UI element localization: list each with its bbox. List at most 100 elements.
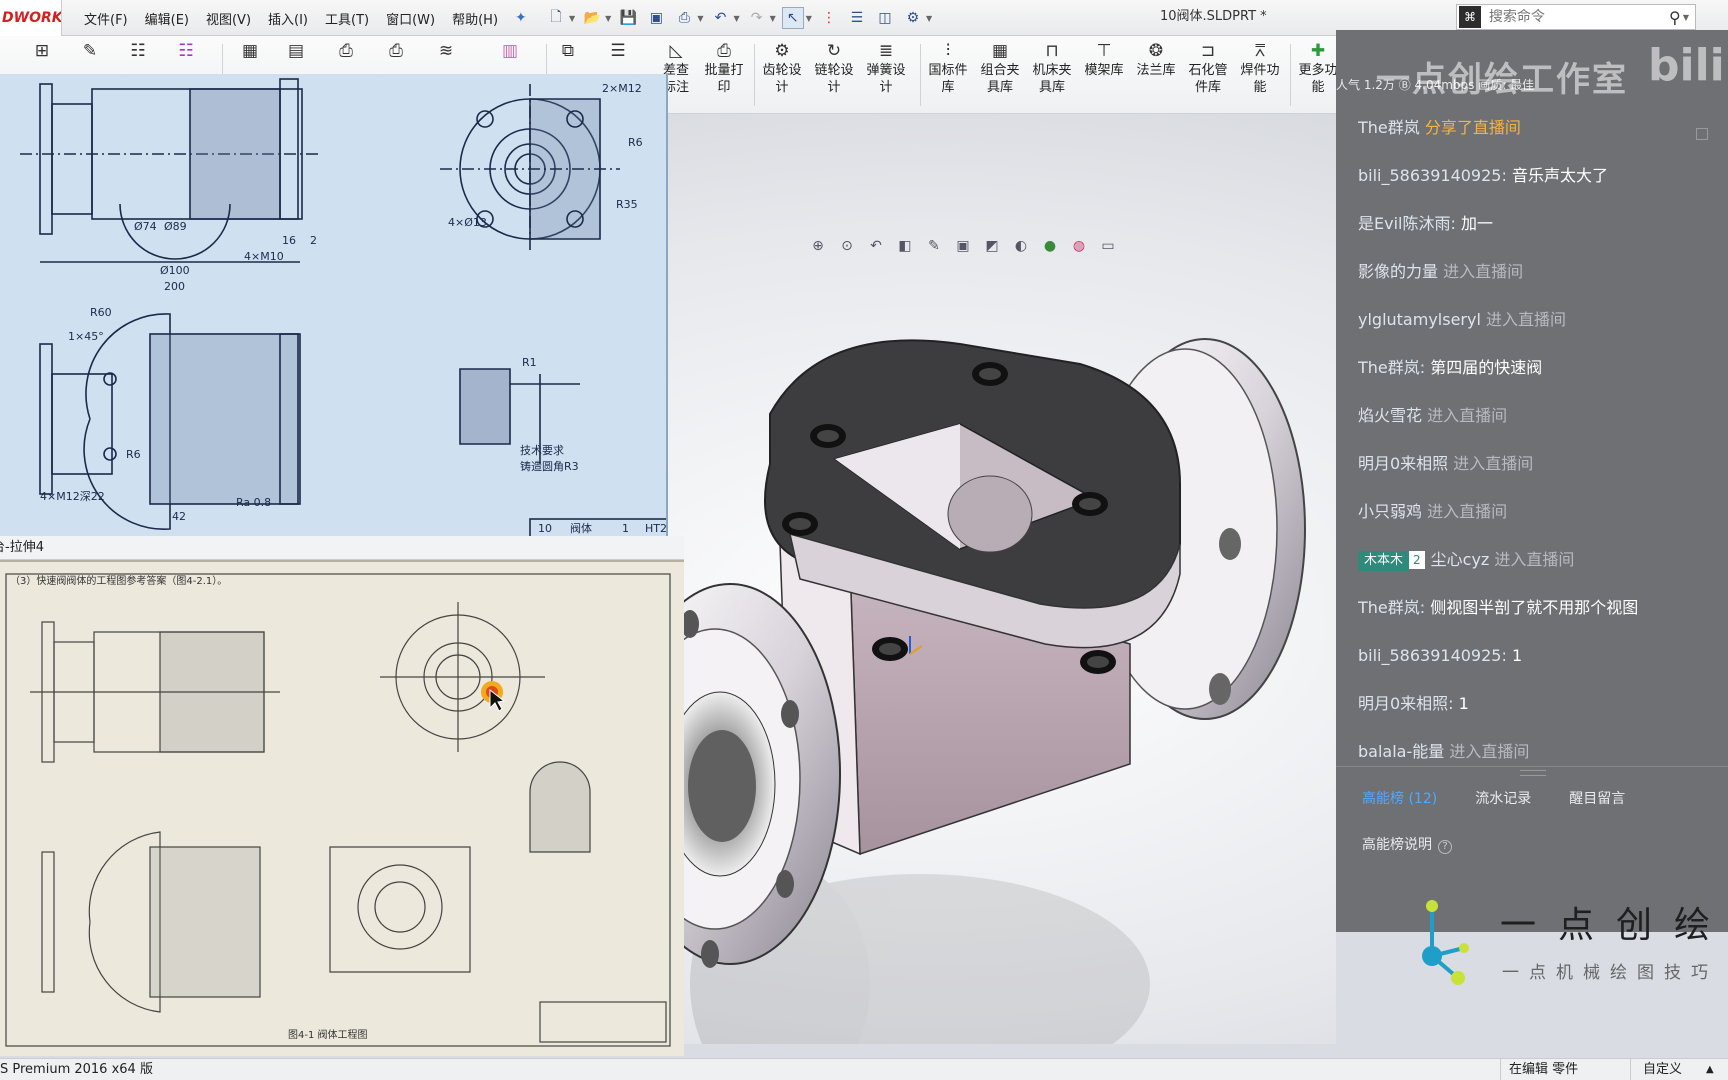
file-properties-icon[interactable]: ☰ [846, 7, 868, 29]
tool-button-1[interactable]: ⊞ [18, 40, 66, 62]
chat-username[interactable]: 是Evil陈沐雨: [1358, 214, 1456, 233]
tool-button-2[interactable]: ✎ [66, 40, 114, 62]
tool-gear-design[interactable]: ⚙ 齿轮设 计 [758, 40, 806, 96]
redo-icon[interactable]: ↷ [746, 7, 768, 29]
print-icon: ⎙ [717, 41, 731, 61]
chat-username[interactable]: 尘心cyz [1431, 550, 1490, 569]
tool-mold-base[interactable]: ⊤ 模架库 [1080, 40, 1128, 79]
tab-super-chat[interactable]: 醒目留言 [1569, 788, 1625, 808]
chat-message: 焰火雪花 进入直播间 [1358, 392, 1722, 440]
quick-access-toolbar: 🗋 ▼ 📂 ▼ 💾 ▣ ⎙ ▼ ↶ ▼ ↷ ▼ ↖ ▼ ⋮ ☰ ◫ ⚙ ▼ [545, 0, 932, 36]
tool-button-5[interactable]: ▦ [226, 40, 274, 62]
tool-button-11[interactable]: ⧉ [544, 40, 592, 62]
zoom-to-fit-icon[interactable]: ⊕ [808, 236, 828, 256]
chat-username[interactable]: 明月0来相照 [1358, 454, 1448, 473]
menu-window[interactable]: 窗口(W) [386, 9, 435, 28]
menu-help[interactable]: 帮助(H) [452, 9, 498, 28]
dynamic-annotation-icon[interactable]: ✎ [924, 236, 944, 256]
status-bar: S Premium 2016 x64 版 在编辑 零件 自定义 ▲ [0, 1058, 1728, 1080]
new-document-icon[interactable]: 🗋 [545, 7, 567, 29]
tab-energy-rank[interactable]: 高能榜 (12) [1362, 788, 1437, 808]
resize-grip-icon[interactable] [1520, 770, 1546, 776]
tool-button-4[interactable]: ☷ [162, 40, 210, 62]
display-style-icon[interactable]: ◩ [982, 236, 1002, 256]
menu-edit[interactable]: 编辑(E) [145, 9, 189, 28]
tool-button-10[interactable]: ▥ [486, 40, 534, 62]
chat-message-list[interactable]: The群岚 分享了直播间 bili_58639140925: 音乐声太大了 是E… [1358, 104, 1722, 776]
chat-username[interactable]: 影像的力量 [1358, 262, 1438, 281]
tool-pipe-fittings[interactable]: ⊐ 石化管 件库 [1184, 40, 1232, 96]
dim-label: 4×M12深22 [40, 490, 105, 503]
menu-insert[interactable]: 插入(I) [268, 9, 308, 28]
previous-view-icon[interactable]: ↶ [866, 236, 886, 256]
hide-show-icon[interactable]: ◐ [1011, 236, 1031, 256]
scene-icon[interactable]: ◍ [1069, 236, 1089, 256]
tool-batch-print[interactable]: ⎙ 批量打 印 [700, 40, 748, 96]
dim-label: 2 [310, 234, 317, 247]
tool-more-functions[interactable]: ✚ 更多功 能 [1294, 40, 1342, 96]
search-input[interactable] [1480, 9, 1663, 25]
tool-machine-fixture[interactable]: ⊓ 机床夹 具库 [1028, 40, 1076, 96]
tool-button-12[interactable]: ☰ [594, 40, 642, 62]
chevron-up-icon[interactable]: ▲ [1706, 1059, 1714, 1080]
chat-username[interactable]: 明月0来相照: [1358, 694, 1454, 713]
chevron-down-icon[interactable]: ▼ [605, 14, 611, 23]
open-folder-icon[interactable]: 📂 [581, 7, 603, 29]
title-block-cell: HT2 [645, 522, 667, 535]
chevron-down-icon[interactable]: ▼ [697, 14, 703, 23]
options-gear-icon[interactable]: ⚙ [902, 7, 924, 29]
chevron-down-icon[interactable]: ▼ [1683, 13, 1689, 22]
tab-flow-records[interactable]: 流水记录 [1475, 788, 1531, 808]
layout-icon[interactable]: ◫ [874, 7, 896, 29]
tool-button-3[interactable]: ☷ [114, 40, 162, 62]
view-orientation-icon[interactable]: ▣ [953, 236, 973, 256]
zoom-area-icon[interactable]: ⊙ [837, 236, 857, 256]
chevron-down-icon[interactable]: ▼ [806, 14, 812, 23]
pin-icon[interactable]: ✦ [515, 10, 527, 26]
traffic-light-icon[interactable]: ⋮ [818, 7, 840, 29]
chat-username[interactable]: The群岚: [1358, 598, 1425, 617]
chat-username[interactable]: bili_58639140925: [1358, 166, 1507, 185]
gear-icon: ⚙ [774, 41, 790, 61]
view-settings-icon[interactable]: ▭ [1098, 236, 1118, 256]
save-icon[interactable]: 💾 [617, 7, 639, 29]
tool-button-6[interactable]: ▤ [272, 40, 320, 62]
menu-file[interactable]: 文件(F) [84, 9, 128, 28]
energy-rank-help[interactable]: 高能榜说明? [1362, 834, 1452, 854]
chat-username[interactable]: 焰火雪花 [1358, 406, 1422, 425]
appearance-icon[interactable]: ● [1040, 236, 1060, 256]
print-icon[interactable]: ⎙ [673, 7, 695, 29]
tool-button-8[interactable]: ⎙ [372, 40, 420, 62]
chat-username[interactable]: bili_58639140925: [1358, 646, 1507, 665]
tool-spring-design[interactable]: ≣ 弹簧设 计 [862, 40, 910, 96]
chevron-down-icon[interactable]: ▼ [569, 14, 575, 23]
tool-button-9[interactable]: ≋ [422, 40, 470, 62]
select-cursor-icon[interactable]: ↖ [781, 7, 804, 29]
feature-tree-strip[interactable]: 台-拉伸4 [0, 536, 684, 560]
menu-tools[interactable]: 工具(T) [325, 9, 369, 28]
save-all-icon[interactable]: ▣ [645, 7, 667, 29]
chevron-down-icon[interactable]: ▼ [926, 14, 932, 23]
status-units[interactable]: 自定义 [1630, 1059, 1682, 1080]
chat-username[interactable]: balala-能量 [1358, 742, 1444, 761]
tool-standard-parts[interactable]: ⫶ 国标件 库 [924, 40, 972, 96]
tool-flange-library[interactable]: ❂ 法兰库 [1132, 40, 1180, 79]
chevron-down-icon[interactable]: ▼ [733, 14, 739, 23]
tool-button-7[interactable]: ⎙ [322, 40, 370, 62]
chevron-down-icon[interactable]: ▼ [770, 14, 776, 23]
valve-body-model[interactable] [660, 264, 1336, 1044]
chat-username[interactable]: The群岚 [1358, 118, 1420, 137]
tool-weldment[interactable]: ⩞ 焊件功 能 [1236, 40, 1284, 96]
help-icon[interactable]: ? [1438, 840, 1452, 854]
undo-icon[interactable]: ↶ [709, 7, 731, 29]
tool-sprocket-design[interactable]: ↻ 链轮设 计 [810, 40, 858, 96]
chat-username[interactable]: ylglutamylseryl [1358, 310, 1481, 329]
menu-view[interactable]: 视图(V) [206, 9, 251, 28]
chat-username[interactable]: The群岚: [1358, 358, 1425, 377]
fan-medal[interactable]: 木本木 [1358, 551, 1410, 571]
chat-text: 1 [1511, 646, 1523, 665]
chat-username[interactable]: 小只弱鸡 [1358, 502, 1422, 521]
tool-combo-fixture[interactable]: ▦ 组合夹 具库 [976, 40, 1024, 96]
command-search[interactable]: ⌘ ⚲ ▼ [1456, 4, 1696, 30]
section-view-icon[interactable]: ◧ [895, 236, 915, 256]
